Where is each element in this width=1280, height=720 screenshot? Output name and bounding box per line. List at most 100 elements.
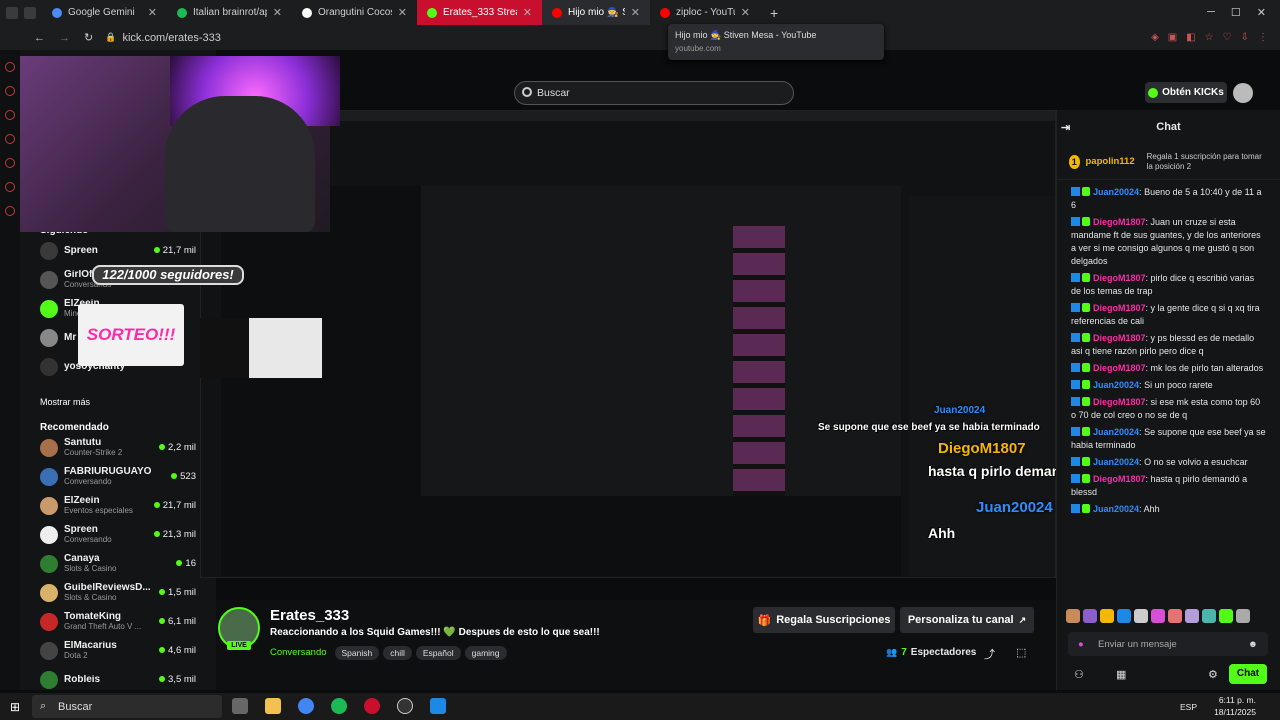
spotify-icon[interactable] bbox=[331, 698, 347, 714]
app-icon[interactable] bbox=[430, 698, 446, 714]
app-icon[interactable] bbox=[232, 698, 248, 714]
forward-icon[interactable]: → bbox=[59, 32, 70, 44]
stream-tag[interactable]: chill bbox=[383, 646, 412, 660]
close-tab-icon[interactable]: ✕ bbox=[148, 6, 157, 19]
close-tab-icon[interactable]: ✕ bbox=[398, 6, 407, 19]
emote-icon[interactable] bbox=[1202, 609, 1216, 623]
extension-icon[interactable]: ◧ bbox=[1186, 32, 1195, 43]
rail-icon[interactable] bbox=[5, 110, 15, 120]
favorites-icon[interactable]: ♡ bbox=[1223, 32, 1232, 43]
taskbar-clock[interactable]: 6:11 p. m. 18/11/2025 bbox=[1196, 694, 1256, 719]
close-window-icon[interactable]: ✕ bbox=[1257, 6, 1266, 19]
emote-icon[interactable] bbox=[1083, 609, 1097, 623]
theater-mode-icon[interactable]: ⬚ bbox=[1016, 646, 1026, 659]
send-chat-button[interactable]: Chat bbox=[1229, 664, 1267, 684]
emote-icon[interactable] bbox=[1219, 609, 1233, 623]
close-tab-icon[interactable]: ✕ bbox=[273, 6, 282, 19]
back-icon[interactable]: ← bbox=[34, 32, 45, 44]
stream-tag[interactable]: gaming bbox=[464, 646, 507, 660]
chat-username[interactable]: DiegoM1807 bbox=[1093, 474, 1146, 484]
sidebar-channel[interactable]: Santutu Counter-Strike 2 2,2 mil bbox=[20, 433, 216, 462]
chat-username[interactable]: Juan20024 bbox=[1093, 504, 1139, 514]
sidebar-channel[interactable]: Spreen 21,7 mil bbox=[20, 236, 216, 265]
start-icon[interactable]: ⊞ bbox=[10, 700, 20, 714]
user-avatar[interactable] bbox=[1233, 83, 1253, 103]
stream-tag[interactable]: Spanish bbox=[334, 646, 380, 660]
chat-settings-icon[interactable]: ⚙ bbox=[1208, 668, 1218, 681]
chat-username[interactable]: Juan20024 bbox=[1093, 380, 1139, 390]
emote-icon[interactable] bbox=[1151, 609, 1165, 623]
emote-icon[interactable] bbox=[1117, 609, 1131, 623]
more-menu-icon[interactable]: ⋮ bbox=[1258, 32, 1268, 43]
new-tab-button[interactable]: + bbox=[760, 5, 788, 21]
show-more-link[interactable]: Mostrar más bbox=[20, 397, 110, 407]
chat-username[interactable]: DiegoM1807 bbox=[1093, 303, 1146, 313]
sidebar-channel[interactable]: Robleis 3,5 mil bbox=[20, 665, 216, 694]
sidebar-channel[interactable]: Canaya Slots & Casino 16 bbox=[20, 549, 216, 578]
chat-username[interactable]: DiegoM1807 bbox=[1093, 273, 1146, 283]
chat-username[interactable]: DiegoM1807 bbox=[1093, 363, 1146, 373]
chat-username[interactable]: Juan20024 bbox=[1093, 427, 1139, 437]
rail-icon[interactable] bbox=[5, 62, 15, 72]
browser-tab[interactable]: Google Gemini ✕ bbox=[42, 0, 167, 25]
emote-icon[interactable] bbox=[1168, 609, 1182, 623]
browser-tab[interactable]: ziploc - YouTube ✕ bbox=[650, 0, 760, 25]
emote-icon[interactable] bbox=[1185, 609, 1199, 623]
stream-category[interactable]: Conversando bbox=[270, 647, 327, 658]
share-icon[interactable]: ⤴ bbox=[984, 646, 995, 662]
chrome-icon[interactable] bbox=[298, 698, 314, 714]
chat-username[interactable]: DiegoM1807 bbox=[1093, 217, 1146, 227]
site-info-icon[interactable]: 🔒 bbox=[105, 32, 116, 43]
stream-tag[interactable]: Español bbox=[415, 646, 461, 660]
streamer-name[interactable]: Erates_333 bbox=[270, 607, 349, 624]
rail-icon[interactable] bbox=[5, 182, 15, 192]
rail-icon[interactable] bbox=[5, 134, 15, 144]
chat-extras-icon[interactable]: ⚇ bbox=[1074, 668, 1084, 681]
chat-message-input[interactable]: ● Enviar un mensaje ☻ bbox=[1068, 632, 1268, 656]
get-kicks-button[interactable]: Obtén KICKs bbox=[1145, 82, 1227, 103]
emote-icon[interactable] bbox=[1134, 609, 1148, 623]
emote-icon[interactable] bbox=[1100, 609, 1114, 623]
extension-icon[interactable]: ◈ bbox=[1151, 32, 1159, 43]
sidebar-channel[interactable]: GuibelReviewsD... Slots & Casino 1,5 mil bbox=[20, 578, 216, 607]
rail-icon[interactable] bbox=[5, 206, 15, 216]
taskbar-search[interactable]: ⌕ Buscar bbox=[32, 695, 222, 718]
maximize-icon[interactable]: ☐ bbox=[1231, 6, 1241, 19]
chat-username[interactable]: DiegoM1807 bbox=[1093, 333, 1146, 343]
gift-subs-button[interactable]: 🎁 Regala Suscripciones bbox=[753, 607, 895, 633]
collapse-chat-icon[interactable]: ⇥ bbox=[1061, 121, 1070, 134]
download-icon[interactable]: ⇩ bbox=[1241, 32, 1249, 43]
sidebar-channel[interactable]: FABRIURUGUAYO Conversando 523 bbox=[20, 462, 216, 491]
customize-channel-button[interactable]: Personaliza tu canal ↗ bbox=[900, 607, 1034, 633]
bookmark-icon[interactable]: ☆ bbox=[1205, 32, 1214, 43]
emoji-icon[interactable]: ☻ bbox=[1248, 639, 1258, 650]
close-tab-icon[interactable]: ✕ bbox=[631, 6, 640, 19]
obs-icon[interactable] bbox=[397, 698, 413, 714]
store-icon[interactable]: ▦ bbox=[1116, 668, 1126, 681]
sidebar-channel[interactable]: ElMacarius Dota 2 4,6 mil bbox=[20, 636, 216, 665]
chat-username[interactable]: Juan20024 bbox=[1093, 187, 1139, 197]
file-explorer-icon[interactable] bbox=[265, 698, 281, 714]
pinned-user[interactable]: papolin112 bbox=[1086, 156, 1135, 167]
browser-tab[interactable]: Hijo mio 🧙 Stiven ✕ bbox=[542, 0, 650, 25]
app-menu-icon[interactable] bbox=[6, 6, 18, 19]
rail-icon[interactable] bbox=[5, 158, 15, 168]
reload-icon[interactable]: ↻ bbox=[84, 31, 93, 44]
emote-icon[interactable] bbox=[1066, 609, 1080, 623]
emote-icon[interactable] bbox=[1236, 609, 1250, 623]
extension-icon[interactable]: ▣ bbox=[1168, 32, 1177, 43]
browser-tab[interactable]: Erates_333 Stream - Wat ✕ bbox=[417, 0, 542, 25]
sidebar-channel[interactable]: Spreen Conversando 21,3 mil bbox=[20, 520, 216, 549]
rail-icon[interactable] bbox=[5, 86, 15, 96]
mic-icon[interactable]: ● bbox=[1078, 639, 1084, 650]
minimize-icon[interactable]: ─ bbox=[1207, 6, 1215, 19]
opera-icon[interactable] bbox=[364, 698, 380, 714]
chat-username[interactable]: Juan20024 bbox=[1093, 457, 1139, 467]
close-tab-icon[interactable]: ✕ bbox=[523, 6, 532, 19]
url-field[interactable]: kick.com/erates-333 bbox=[122, 32, 220, 44]
sidebar-channel[interactable]: TomateKing Grand Theft Auto V ... 6,1 mil bbox=[20, 607, 216, 636]
browser-tab[interactable]: Italian brainrot/appearing ✕ bbox=[167, 0, 292, 25]
close-tab-icon[interactable]: ✕ bbox=[741, 6, 750, 19]
language-indicator[interactable]: ESP bbox=[1180, 702, 1197, 712]
tab-actions-icon[interactable] bbox=[24, 6, 36, 19]
